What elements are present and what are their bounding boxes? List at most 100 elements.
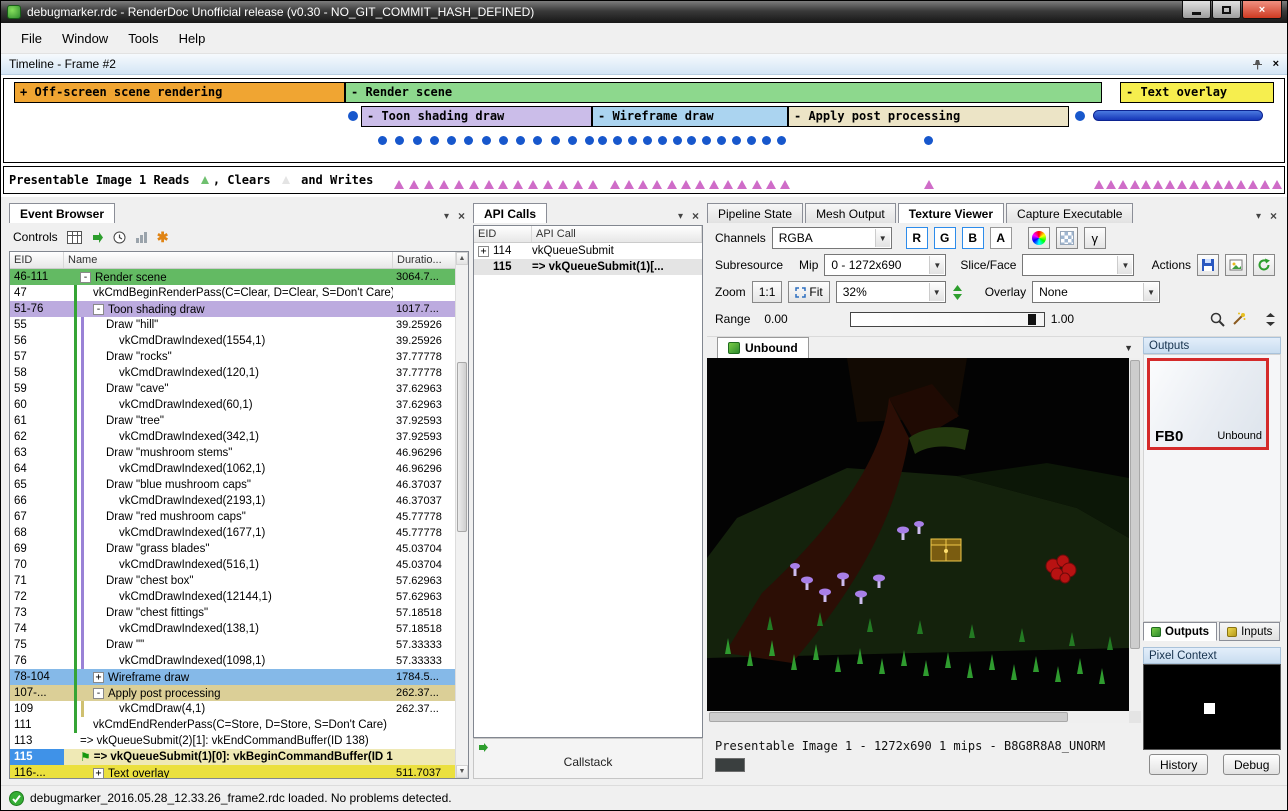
drawcall-dot[interactable] xyxy=(628,136,637,145)
usage-marker-triangle[interactable] xyxy=(737,180,747,189)
usage-marker-triangle[interactable] xyxy=(528,180,538,189)
tree-expander[interactable]: + xyxy=(93,768,104,778)
scrollbar-thumb[interactable] xyxy=(457,362,467,532)
slice-face-combo[interactable]: ▼ xyxy=(1022,254,1134,276)
menu-file[interactable]: File xyxy=(11,26,52,51)
pin-icon[interactable] xyxy=(1252,59,1263,70)
tab-outputs[interactable]: Outputs xyxy=(1143,622,1217,641)
usage-marker-triangle[interactable] xyxy=(424,180,434,189)
tab-api-calls[interactable]: API Calls xyxy=(473,203,547,223)
event-row[interactable]: 78-104+Wireframe draw1784.5... xyxy=(10,669,455,685)
usage-marker-triangle[interactable] xyxy=(588,180,598,189)
autofit-wand-icon[interactable] xyxy=(1231,312,1246,327)
zoom-range-icon[interactable] xyxy=(1210,312,1225,327)
usage-marker-triangle[interactable] xyxy=(723,180,733,189)
event-row[interactable]: 60vkCmdDrawIndexed(60,1)37.62963 xyxy=(10,397,455,413)
usage-marker-triangle[interactable] xyxy=(498,180,508,189)
event-row[interactable]: 64vkCmdDrawIndexed(1062,1)46.96296 xyxy=(10,461,455,477)
drawcall-dot[interactable] xyxy=(598,136,607,145)
usage-marker-triangle[interactable] xyxy=(1118,180,1128,189)
drawcall-dot[interactable] xyxy=(447,136,456,145)
usage-marker-triangle[interactable] xyxy=(1106,180,1116,189)
tree-expander[interactable]: + xyxy=(478,246,489,257)
menu-window[interactable]: Window xyxy=(52,26,118,51)
usage-marker-triangle[interactable] xyxy=(558,180,568,189)
event-row[interactable]: 111vkCmdEndRenderPass(C=Store, D=Store, … xyxy=(10,717,455,733)
panel-menu-icon[interactable]: ▾ xyxy=(678,211,683,222)
channel-r-button[interactable]: R xyxy=(906,227,928,249)
panel-close-icon[interactable]: × xyxy=(458,209,465,223)
usage-marker-triangle[interactable] xyxy=(1153,180,1163,189)
timeline-section-render-scene[interactable]: - Render scene xyxy=(345,82,1102,103)
backdrop-color-swatch[interactable] xyxy=(715,758,745,772)
channels-combo[interactable]: RGBA ▼ xyxy=(772,227,892,249)
drawcall-dot[interactable] xyxy=(702,136,711,145)
zoom-fit-button[interactable]: Fit xyxy=(788,281,829,303)
drawcall-dot[interactable] xyxy=(585,136,594,145)
usage-marker-triangle[interactable] xyxy=(638,180,648,189)
drawcall-dot[interactable] xyxy=(673,136,682,145)
panel-close-icon[interactable]: × xyxy=(692,209,699,223)
usage-marker-triangle[interactable] xyxy=(924,180,934,189)
usage-marker-triangle[interactable] xyxy=(439,180,449,189)
timeline-section-toon-shading[interactable]: - Toon shading draw xyxy=(361,106,592,127)
usage-marker-triangle[interactable] xyxy=(1224,180,1234,189)
usage-marker-triangle[interactable] xyxy=(1189,180,1199,189)
usage-marker-triangle[interactable] xyxy=(752,180,762,189)
texture-display[interactable] xyxy=(707,358,1141,723)
tab-capture-executable[interactable]: Capture Executable xyxy=(1006,203,1133,223)
tab-pipeline-state[interactable]: Pipeline State xyxy=(707,203,803,223)
timeline-section-wireframe[interactable]: - Wireframe draw xyxy=(592,106,788,127)
close-button[interactable]: × xyxy=(1242,1,1282,19)
tab-mesh-output[interactable]: Mesh Output xyxy=(805,203,896,223)
usage-marker-triangle[interactable] xyxy=(681,180,691,189)
menu-help[interactable]: Help xyxy=(169,26,216,51)
usage-marker-triangle[interactable] xyxy=(543,180,553,189)
pixel-context-view[interactable] xyxy=(1143,664,1281,750)
usage-marker-triangle[interactable] xyxy=(667,180,677,189)
event-row[interactable]: 107-...-Apply post processing262.37... xyxy=(10,685,455,701)
column-eid[interactable]: EID xyxy=(474,226,532,242)
event-row[interactable]: 75Draw ""57.33333 xyxy=(10,637,455,653)
usage-marker-triangle[interactable] xyxy=(1201,180,1211,189)
drawcall-dot[interactable] xyxy=(516,136,525,145)
timeline-close-icon[interactable]: × xyxy=(1273,58,1279,70)
drawcall-dot[interactable] xyxy=(395,136,404,145)
usage-marker-triangle[interactable] xyxy=(1177,180,1187,189)
drawcall-dot[interactable] xyxy=(732,136,741,145)
event-row[interactable]: 70vkCmdDrawIndexed(516,1)45.03704 xyxy=(10,557,455,573)
channel-a-button[interactable]: A xyxy=(990,227,1012,249)
event-row[interactable]: 65Draw "blue mushroom caps"46.37037 xyxy=(10,477,455,493)
tab-texture-viewer[interactable]: Texture Viewer xyxy=(898,203,1004,223)
usage-marker-triangle[interactable] xyxy=(484,180,494,189)
drawcall-dot[interactable] xyxy=(747,136,756,145)
api-calls-header[interactable]: EID API Call xyxy=(474,226,702,243)
open-texture-list-button[interactable] xyxy=(1225,254,1247,276)
tree-expander[interactable]: - xyxy=(93,688,104,699)
drawcall-dot[interactable] xyxy=(924,136,933,145)
drawcall-dot[interactable] xyxy=(499,136,508,145)
tab-current-texture[interactable]: Unbound xyxy=(717,337,809,358)
menu-tools[interactable]: Tools xyxy=(118,26,168,51)
panel-menu-icon[interactable]: ▾ xyxy=(444,211,449,222)
event-browser-scrollbar[interactable]: ▲ ▼ xyxy=(455,252,468,778)
usage-marker-triangle[interactable] xyxy=(394,180,404,189)
usage-marker-triangle[interactable] xyxy=(766,180,776,189)
event-row[interactable]: 109vkCmdDraw(4,1)262.37... xyxy=(10,701,455,717)
column-api-call[interactable]: API Call xyxy=(532,226,702,242)
drawcall-dot[interactable] xyxy=(378,136,387,145)
drawcall-dot[interactable] xyxy=(687,136,696,145)
event-row[interactable]: 58vkCmdDrawIndexed(120,1)37.77778 xyxy=(10,365,455,381)
drawcall-dot[interactable] xyxy=(777,136,786,145)
texture-vertical-scrollbar[interactable] xyxy=(1129,358,1141,711)
column-name[interactable]: Name xyxy=(64,252,393,268)
texture-image[interactable] xyxy=(707,358,1129,711)
minimize-button[interactable] xyxy=(1182,1,1211,19)
usage-marker-triangle[interactable] xyxy=(469,180,479,189)
event-row[interactable]: 67Draw "red mushroom caps"45.77778 xyxy=(10,509,455,525)
usage-marker-triangle[interactable] xyxy=(1094,180,1104,189)
drawcall-dot[interactable] xyxy=(568,136,577,145)
event-row[interactable]: 72vkCmdDrawIndexed(12144,1)57.62963 xyxy=(10,589,455,605)
drawcall-dot[interactable] xyxy=(551,136,560,145)
drawcall-dot[interactable] xyxy=(643,136,652,145)
